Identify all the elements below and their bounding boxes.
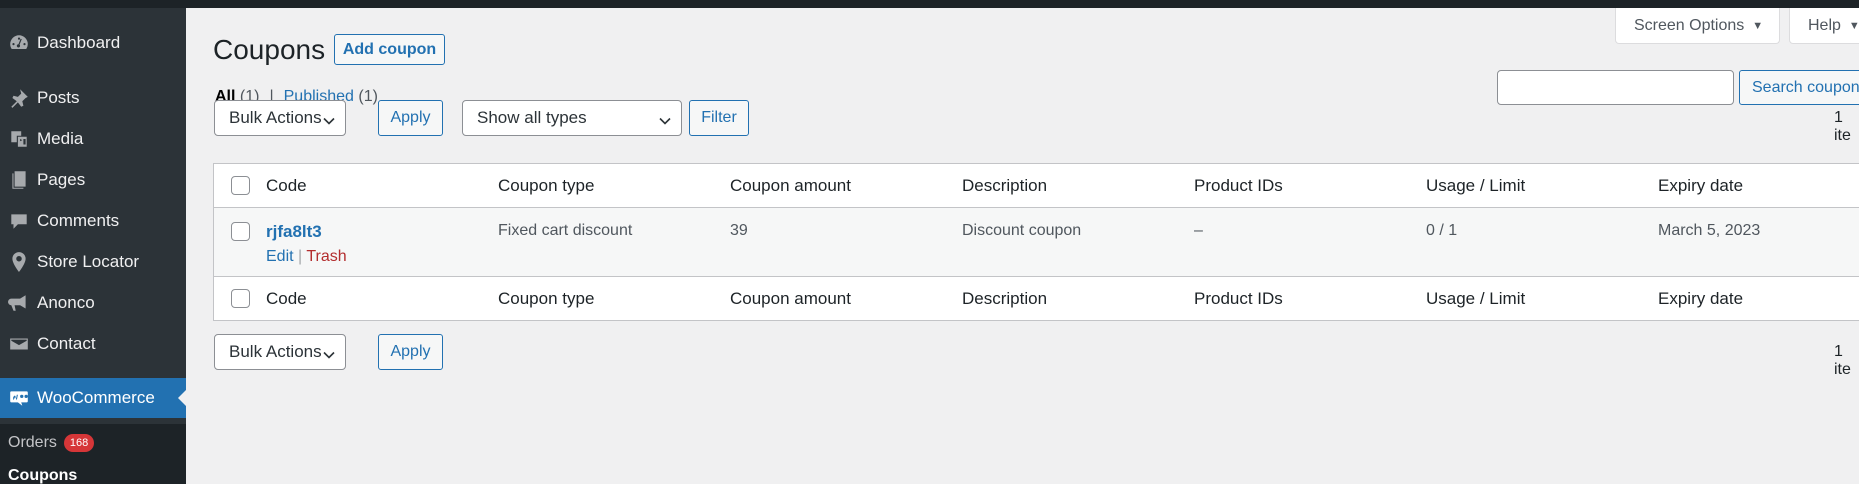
sidebar-item-label: WooCommerce: [37, 388, 155, 407]
submenu-item-orders[interactable]: Orders 168: [8, 434, 95, 452]
envelope-icon: [0, 333, 37, 355]
cell-type: Fixed cart discount: [498, 222, 633, 239]
column-header-expiry: Expiry date: [1658, 175, 1744, 195]
admin-sidebar: Dashboard Posts Media Pages Comments Sto…: [0, 0, 186, 484]
sidebar-item-posts[interactable]: Posts: [0, 78, 186, 118]
pin-icon: [0, 87, 37, 109]
column-header-description: Description: [962, 175, 1048, 195]
bulk-actions-select-top[interactable]: Bulk Actions: [214, 100, 346, 136]
filter-button[interactable]: Filter: [689, 100, 749, 136]
location-pin-icon: [0, 251, 37, 273]
select-all-checkbox-bottom[interactable]: [214, 289, 266, 308]
cell-expiry: March 5, 2023: [1658, 222, 1761, 239]
sidebar-item-comments[interactable]: Comments: [0, 201, 186, 241]
sidebar-item-pages[interactable]: Pages: [0, 160, 186, 200]
pages-icon: [0, 169, 37, 191]
cell-description: Discount coupon: [962, 222, 1082, 239]
submenu-item-coupons[interactable]: Coupons: [8, 467, 77, 484]
column-header-product-ids: Product IDs: [1194, 175, 1283, 195]
sidebar-item-store-locator[interactable]: Store Locator: [0, 242, 186, 282]
cell-amount: 39: [730, 222, 748, 239]
column-header-code[interactable]: Code: [266, 176, 498, 196]
column-header-amount: Coupon amount: [730, 175, 851, 195]
column-footer-description: Description: [962, 288, 1048, 308]
cell-product-ids: –: [1194, 222, 1203, 239]
column-footer-expiry: Expiry date: [1658, 288, 1744, 308]
sidebar-item-label: Contact: [37, 334, 96, 353]
page-title: Coupons: [213, 34, 326, 65]
megaphone-icon: [0, 292, 37, 314]
woocommerce-submenu: Orders 168 Coupons: [0, 424, 186, 484]
items-count-bottom: 1 ite: [1834, 343, 1851, 378]
help-button[interactable]: Help ▼: [1789, 8, 1859, 44]
column-footer-code[interactable]: Code: [266, 289, 498, 309]
search-coupons-button[interactable]: Search coupons: [1739, 70, 1859, 105]
screen-options-button[interactable]: Screen Options ▼: [1615, 8, 1780, 44]
coupon-code-link[interactable]: rjfa8lt3: [266, 222, 498, 242]
column-footer-amount: Coupon amount: [730, 288, 851, 308]
table-header-row: Code Coupon type Coupon amount Descripti…: [214, 164, 1859, 208]
column-header-type: Coupon type: [498, 175, 595, 195]
caret-down-icon: ▼: [1848, 19, 1859, 32]
sidebar-item-dashboard[interactable]: Dashboard: [0, 23, 186, 63]
add-coupon-button[interactable]: Add coupon: [334, 34, 445, 65]
coupons-table: Code Coupon type Coupon amount Descripti…: [213, 163, 1859, 321]
comment-icon: [0, 210, 37, 232]
main-content: Screen Options ▼ Help ▼ Coupons Add coup…: [186, 8, 1859, 484]
sidebar-item-anonco[interactable]: Anonco: [0, 283, 186, 323]
row-actions: Edit | Trash: [266, 248, 347, 265]
sidebar-item-woocommerce[interactable]: WooCommerce: [0, 378, 186, 418]
table-row: rjfa8lt3 Edit | Trash Fixed cart discoun…: [214, 208, 1859, 277]
column-footer-type: Coupon type: [498, 288, 595, 308]
media-icon: [0, 128, 37, 150]
select-all-checkbox[interactable]: [214, 176, 266, 195]
column-footer-product-ids: Product IDs: [1194, 288, 1283, 308]
sidebar-item-label: Pages: [37, 170, 86, 189]
bulk-actions-select-bottom[interactable]: Bulk Actions: [214, 334, 346, 370]
sidebar-item-label: Dashboard: [37, 33, 121, 52]
orders-count-badge: 168: [63, 434, 95, 452]
sidebar-item-label: Store Locator: [37, 252, 140, 271]
chevron-down-icon: [323, 112, 335, 125]
trash-link[interactable]: Trash: [306, 248, 346, 265]
sidebar-item-label: Anonco: [37, 293, 95, 312]
sidebar-item-label: Comments: [37, 211, 120, 230]
chevron-down-icon: [323, 346, 335, 359]
cell-code: rjfa8lt3 Edit | Trash: [266, 208, 498, 266]
sidebar-item-label: Media: [37, 129, 84, 148]
dashboard-icon: [0, 32, 37, 54]
coupon-type-select[interactable]: Show all types: [462, 100, 682, 136]
items-count-top: 1 ite: [1834, 109, 1851, 144]
apply-button-top[interactable]: Apply: [378, 100, 443, 136]
column-footer-usage: Usage / Limit: [1426, 288, 1526, 308]
apply-button-bottom[interactable]: Apply: [378, 334, 443, 370]
sidebar-item-label: Posts: [37, 88, 80, 107]
cell-usage: 0 / 1: [1426, 222, 1458, 239]
sidebar-item-contact[interactable]: Contact: [0, 324, 186, 364]
caret-down-icon: ▼: [1752, 19, 1764, 32]
row-checkbox[interactable]: [214, 208, 266, 241]
sidebar-item-media[interactable]: Media: [0, 119, 186, 159]
search-input[interactable]: [1497, 70, 1734, 105]
chevron-down-icon: [659, 112, 671, 125]
column-header-usage: Usage / Limit: [1426, 175, 1526, 195]
woo-icon: [0, 387, 37, 409]
edit-link[interactable]: Edit: [266, 248, 294, 265]
admin-bar: [0, 0, 1859, 8]
table-footer-row: Code Coupon type Coupon amount Descripti…: [214, 277, 1859, 320]
